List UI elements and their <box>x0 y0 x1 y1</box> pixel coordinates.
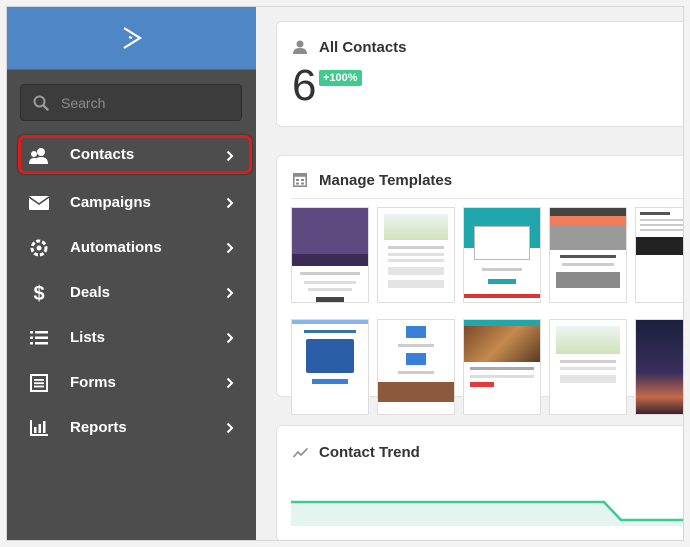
sidebar-item-automations[interactable]: Automations <box>7 225 256 270</box>
person-icon <box>293 40 307 59</box>
trend-line-icon <box>292 446 309 464</box>
template-thumbnail[interactable] <box>463 207 541 303</box>
card-title: Manage Templates <box>319 172 453 189</box>
sidebar-item-label: Deals <box>70 284 111 301</box>
sidebar-nav: Contacts Campaigns Automations $ Deals L… <box>7 135 256 450</box>
logo-icon <box>122 27 142 49</box>
card-title: Contact Trend <box>319 444 420 461</box>
contact-trend-card: Contact Trend <box>276 425 683 540</box>
contacts-icon <box>29 146 49 166</box>
search-box[interactable] <box>20 84 242 121</box>
chevron-right-icon <box>226 286 234 303</box>
template-thumbnail[interactable] <box>635 319 683 415</box>
sidebar-item-forms[interactable]: Forms <box>7 360 256 405</box>
chevron-right-icon <box>226 376 234 393</box>
sidebar-item-label: Reports <box>70 419 127 436</box>
chevron-right-icon <box>226 421 234 438</box>
sidebar-item-deals[interactable]: $ Deals <box>7 270 256 315</box>
app-window: Contacts Campaigns <box>6 6 684 541</box>
sidebar-item-label: Automations <box>70 239 162 256</box>
sidebar-item-campaigns[interactable]: Campaigns <box>7 180 256 225</box>
manage-templates-card: Manage Templates <box>276 155 683 415</box>
template-thumbnail[interactable] <box>549 207 627 303</box>
sidebar-item-lists[interactable]: Lists <box>7 315 256 360</box>
form-icon <box>29 373 49 393</box>
svg-text:$: $ <box>33 283 44 303</box>
chevron-right-icon <box>226 196 234 213</box>
bar-chart-icon <box>29 418 49 438</box>
sidebar-item-label: Lists <box>70 329 106 346</box>
contacts-count: 6 <box>292 61 317 110</box>
sidebar-item-reports[interactable]: Reports <box>7 405 256 450</box>
template-thumbnail[interactable] <box>377 207 455 303</box>
automation-gear-icon <box>29 238 49 258</box>
template-thumbnail[interactable] <box>291 207 369 303</box>
template-icon <box>293 173 307 192</box>
chevron-right-icon <box>226 331 234 348</box>
logo-bar[interactable] <box>7 7 256 70</box>
template-thumbnail[interactable] <box>291 319 369 415</box>
envelope-icon <box>29 193 49 213</box>
template-thumbnail[interactable] <box>635 207 683 303</box>
chevron-right-icon <box>226 241 234 258</box>
chevron-right-icon <box>226 149 234 166</box>
card-title: All Contacts <box>319 39 407 56</box>
sidebar: Contacts Campaigns <box>7 7 256 540</box>
dollar-icon: $ <box>29 283 49 303</box>
sidebar-item-contacts[interactable]: Contacts <box>18 135 252 174</box>
all-contacts-card[interactable]: All Contacts 6 +100% <box>276 21 683 127</box>
trend-chart <box>291 500 683 526</box>
change-badge: +100% <box>319 70 362 86</box>
sidebar-item-label: Contacts <box>70 146 135 163</box>
search-input[interactable] <box>61 94 231 111</box>
main-content: All Contacts 6 +100% Manage Templates Co… <box>256 7 683 540</box>
list-icon <box>29 328 49 348</box>
search-icon <box>33 95 49 111</box>
template-thumbnail[interactable] <box>549 319 627 415</box>
sidebar-item-label: Forms <box>70 374 116 391</box>
template-thumbnail[interactable] <box>463 319 541 415</box>
template-gallery <box>291 198 683 415</box>
sidebar-item-label: Campaigns <box>70 194 151 211</box>
template-thumbnail[interactable] <box>377 319 455 415</box>
